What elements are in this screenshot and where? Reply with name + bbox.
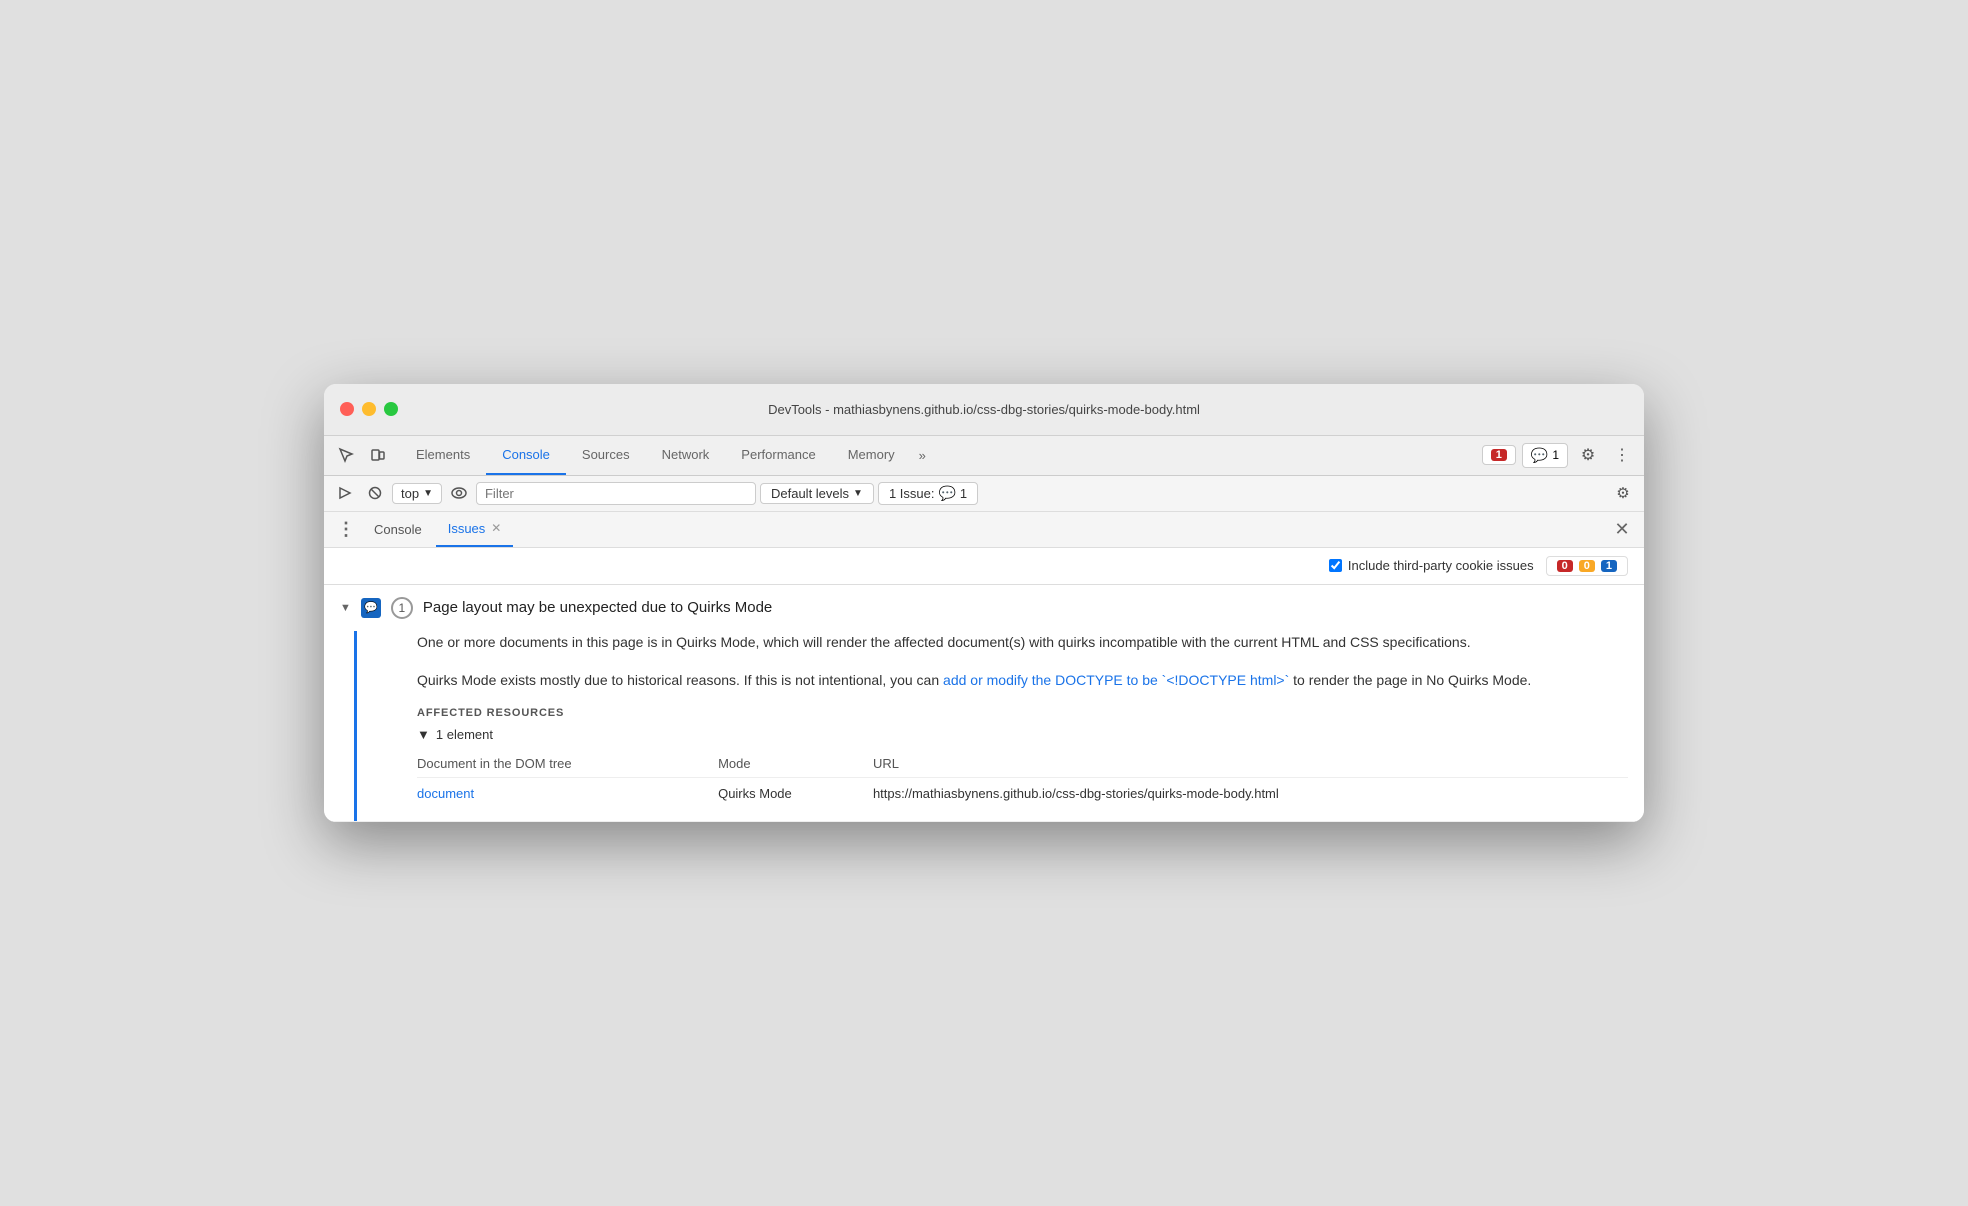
error-count-item: 0 [1557, 560, 1573, 572]
tab-list: Elements Console Sources Network Perform… [400, 436, 1482, 475]
panel-more-button[interactable]: ⋮ [332, 515, 360, 543]
select-element-icon[interactable] [332, 441, 360, 469]
info-count-item: 1 [1601, 560, 1617, 572]
issues-filter-bar: Include third-party cookie issues 0 0 1 [324, 548, 1644, 585]
info-icon: 💬 [1531, 447, 1548, 464]
resource-url-cell: https://mathiasbynens.github.io/css-dbg-… [873, 778, 1628, 806]
execute-icon[interactable] [332, 480, 358, 506]
col-document: Document in the DOM tree [417, 750, 718, 778]
issue-description-1: One or more documents in this page is in… [417, 631, 1628, 653]
issues-content: ▼ 💬 1 Page layout may be unexpected due … [324, 585, 1644, 823]
info-count-button[interactable]: 💬 1 [1522, 443, 1568, 468]
chevron-down-icon: ▼ [423, 488, 433, 499]
devtools-window: DevTools - mathiasbynens.github.io/css-d… [324, 384, 1644, 823]
minimize-button[interactable] [362, 402, 376, 416]
resource-link-cell: document [417, 778, 718, 806]
close-icon: ✕ [1614, 519, 1629, 540]
resource-mode-cell: Quirks Mode [718, 778, 873, 806]
toolbar-right: 1 💬 1 ⚙ ⋮ [1482, 441, 1636, 469]
col-mode: Mode [718, 750, 873, 778]
issue-item: ▼ 💬 1 Page layout may be unexpected due … [324, 585, 1644, 823]
panel-tabs-row: ⋮ Console Issues ✕ ✕ [324, 512, 1644, 548]
issue-count-circle: 1 [391, 597, 413, 619]
maximize-button[interactable] [384, 402, 398, 416]
issue-title: Page layout may be unexpected due to Qui… [423, 599, 1628, 616]
more-icon: ⋮ [1614, 445, 1630, 465]
window-title: DevTools - mathiasbynens.github.io/css-d… [768, 402, 1200, 417]
col-url: URL [873, 750, 1628, 778]
resource-row: document Quirks Mode https://mathiasbyne… [417, 778, 1628, 806]
context-label: top [401, 486, 419, 501]
more-options-button[interactable]: ⋮ [1608, 441, 1636, 469]
panel-close-button[interactable]: ✕ [1608, 515, 1636, 543]
window-controls [340, 402, 398, 416]
device-toolbar-icon[interactable] [364, 441, 392, 469]
devtools-icons [332, 441, 392, 469]
tab-console[interactable]: Console [486, 436, 566, 475]
tab-sources[interactable]: Sources [566, 436, 646, 475]
description-text-after: to render the page in No Quirks Mode. [1289, 672, 1531, 688]
panel-tab-console[interactable]: Console [362, 512, 434, 547]
issue-header[interactable]: ▼ 💬 1 Page layout may be unexpected due … [324, 585, 1644, 631]
tab-performance[interactable]: Performance [725, 436, 831, 475]
description-text-1: One or more documents in this page is in… [417, 634, 1471, 650]
tab-memory[interactable]: Memory [832, 436, 911, 475]
issue-counts: 0 0 1 [1546, 556, 1628, 576]
collapse-arrow-icon: ▼ [340, 602, 351, 614]
titlebar: DevTools - mathiasbynens.github.io/css-d… [324, 384, 1644, 436]
console-toolbar: top ▼ Default levels ▼ 1 Issue: 💬 1 ⚙ [324, 476, 1644, 512]
expand-arrow-icon: ▼ [417, 727, 430, 742]
issue-message-icon: 💬 [938, 485, 955, 502]
panel-row-right: ✕ [1608, 515, 1636, 543]
panel-tab-issues-label: Issues [448, 521, 486, 536]
tab-network[interactable]: Network [646, 436, 726, 475]
gear-icon: ⚙ [1581, 445, 1595, 465]
settings-button[interactable]: ⚙ [1574, 441, 1602, 469]
warn-count-badge: 0 [1579, 560, 1595, 572]
affected-resources-label: AFFECTED RESOURCES [417, 707, 1628, 719]
levels-label: Default levels [771, 486, 849, 501]
chevron-down-icon: ▼ [853, 488, 863, 499]
close-button[interactable] [340, 402, 354, 416]
tab-elements[interactable]: Elements [400, 436, 486, 475]
issue-type-icon: 💬 [361, 598, 381, 618]
document-link[interactable]: document [417, 786, 474, 801]
third-party-checkbox-label[interactable]: Include third-party cookie issues [1329, 558, 1534, 573]
error-count-badge: 0 [1557, 560, 1573, 572]
resource-table: Document in the DOM tree Mode URL docume… [417, 750, 1628, 805]
error-badge: 1 [1491, 449, 1507, 461]
block-icon[interactable] [362, 480, 388, 506]
gear-icon: ⚙ [1616, 484, 1629, 502]
third-party-label: Include third-party cookie issues [1348, 558, 1534, 573]
resource-expander[interactable]: ▼ 1 element [417, 727, 1628, 742]
issue-description-2: Quirks Mode exists mostly due to histori… [417, 669, 1628, 691]
description-text-before: Quirks Mode exists mostly due to histori… [417, 672, 943, 688]
main-tab-bar: Elements Console Sources Network Perform… [324, 436, 1644, 476]
error-count-button[interactable]: 1 [1482, 445, 1516, 465]
issue-body: One or more documents in this page is in… [354, 631, 1644, 822]
warn-count-item: 0 [1579, 560, 1595, 572]
issues-count: 1 [960, 486, 967, 501]
filter-input[interactable] [476, 482, 756, 505]
element-count-label: 1 element [436, 727, 493, 742]
panel-tab-console-label: Console [374, 522, 422, 537]
info-count-badge: 1 [1601, 560, 1617, 572]
info-count: 1 [1552, 448, 1559, 462]
console-settings-button[interactable]: ⚙ [1610, 480, 1636, 506]
issues-badge[interactable]: 1 Issue: 💬 1 [878, 482, 978, 505]
more-tabs-button[interactable]: » [911, 436, 934, 475]
third-party-checkbox[interactable] [1329, 559, 1342, 572]
panel-tab-close-icon[interactable]: ✕ [491, 521, 501, 535]
eye-icon[interactable] [446, 480, 472, 506]
default-levels-button[interactable]: Default levels ▼ [760, 483, 874, 504]
panel-tab-issues[interactable]: Issues ✕ [436, 512, 514, 547]
issues-label: 1 Issue: [889, 486, 935, 501]
context-selector[interactable]: top ▼ [392, 483, 442, 504]
doctype-link[interactable]: add or modify the DOCTYPE to be `<!DOCTY… [943, 672, 1289, 688]
